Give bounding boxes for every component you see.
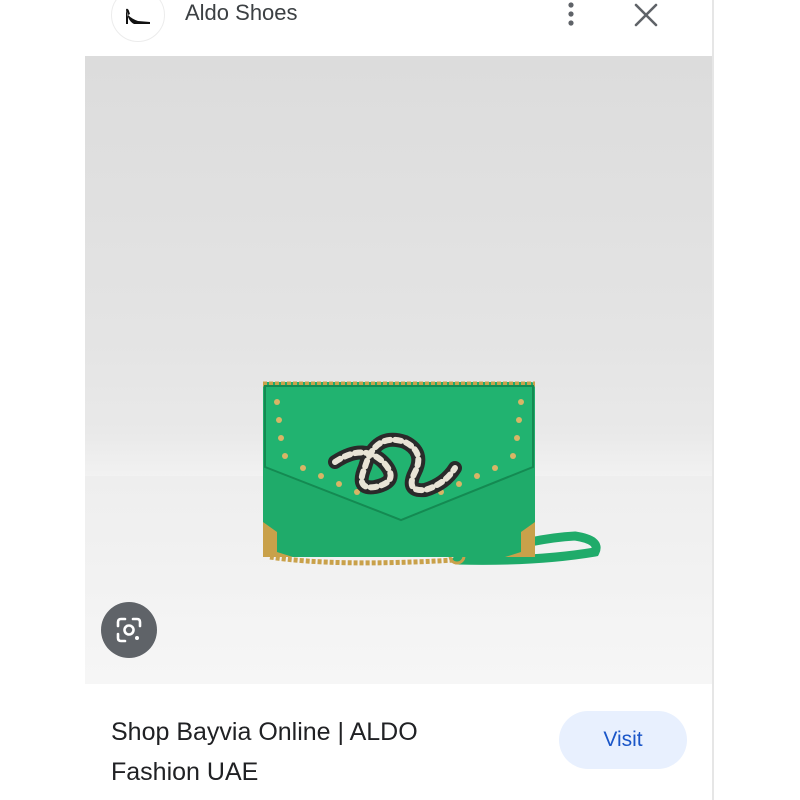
result-header: Aldo Shoes <box>85 0 712 56</box>
image-result-panel: Aldo Shoes Shop Bayvia Online | ALDO Fas… <box>85 0 712 800</box>
google-lens-icon <box>116 617 142 643</box>
close-button[interactable] <box>631 0 661 30</box>
google-lens-button[interactable] <box>101 602 157 658</box>
visit-button[interactable]: Visit <box>559 711 687 769</box>
high-heel-shoe-icon <box>126 8 150 24</box>
more-vert-icon <box>568 2 574 26</box>
product-image-area[interactable] <box>85 56 712 684</box>
site-logo[interactable] <box>111 0 165 42</box>
site-name[interactable]: Aldo Shoes <box>185 0 298 26</box>
green-handbag-image <box>263 381 601 566</box>
result-title[interactable]: Shop Bayvia Online | ALDO Fashion UAE <box>111 712 491 792</box>
more-options-button[interactable] <box>559 0 583 30</box>
close-icon <box>634 3 658 27</box>
panel-border <box>712 0 714 800</box>
